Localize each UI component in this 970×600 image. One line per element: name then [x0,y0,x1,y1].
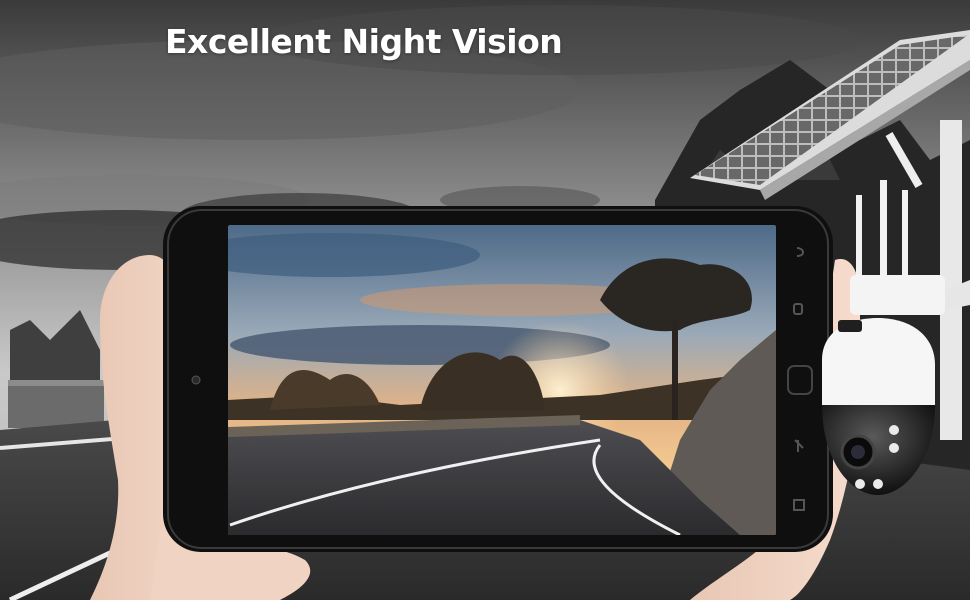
headline-title: Excellent Night Vision [165,22,563,61]
scene-illustration [0,0,970,600]
front-camera-icon [191,375,201,385]
background-wall [8,380,104,428]
tablet-screen [228,225,776,535]
promo-banner: Excellent Night Vision [0,0,970,600]
